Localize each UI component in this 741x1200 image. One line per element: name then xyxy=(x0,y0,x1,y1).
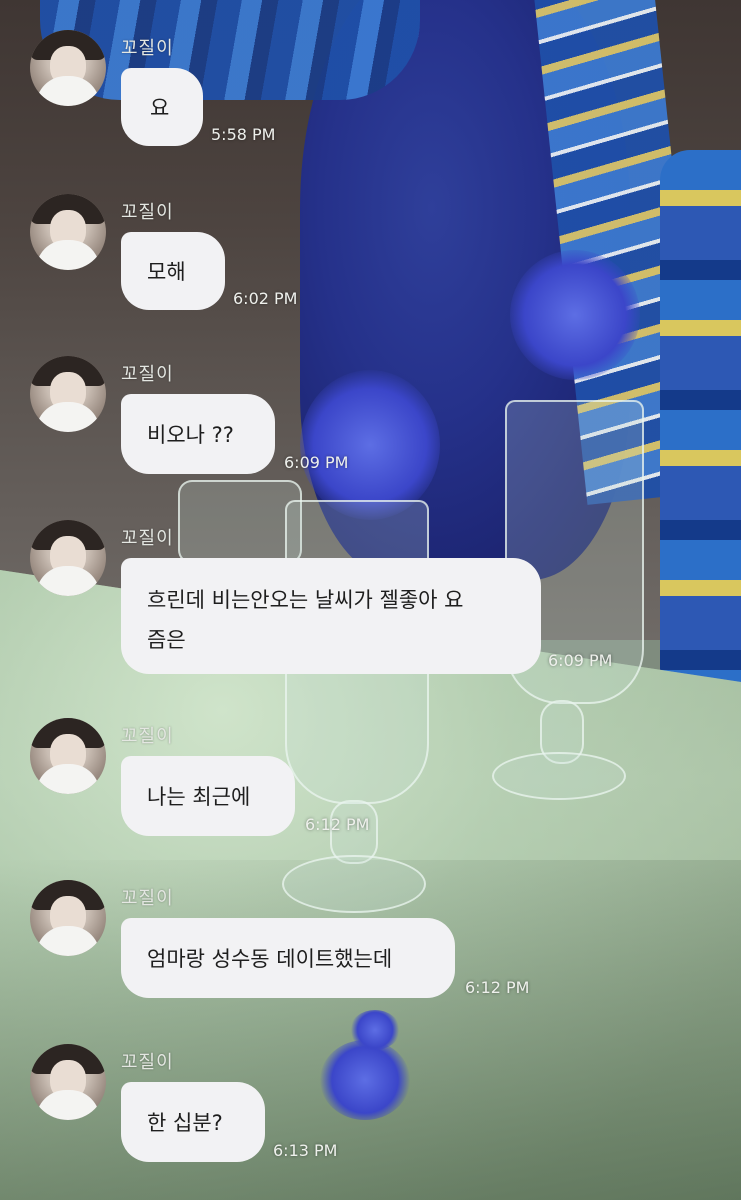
message-timestamp: 5:58 PM xyxy=(211,125,276,144)
message-bubble[interactable]: 모해 xyxy=(121,232,225,310)
background-petals xyxy=(320,1040,410,1120)
sender-name: 꼬질이 xyxy=(121,888,174,909)
message-timestamp: 6:13 PM xyxy=(273,1141,338,1160)
sender-name: 꼬질이 xyxy=(121,726,174,747)
background-glass xyxy=(178,480,302,564)
sender-name: 꼬질이 xyxy=(121,1052,174,1073)
sender-avatar[interactable] xyxy=(30,520,106,596)
sender-avatar[interactable] xyxy=(30,880,106,956)
sender-name: 꼬질이 xyxy=(121,202,174,223)
message-timestamp: 6:12 PM xyxy=(305,815,370,834)
message-text: 흐린데 비는안오는 날씨가 젤좋아 요 즘은 xyxy=(147,588,464,652)
sender-avatar[interactable] xyxy=(30,30,106,106)
sender-avatar[interactable] xyxy=(30,194,106,270)
message-bubble[interactable]: 한 십분? xyxy=(121,1082,265,1162)
message-bubble[interactable]: 요 xyxy=(121,68,203,146)
message-bubble[interactable]: 흐린데 비는안오는 날씨가 젤좋아 요 즘은 xyxy=(121,558,541,674)
message-timestamp: 6:02 PM xyxy=(233,289,298,308)
background-flower xyxy=(510,250,640,380)
sender-avatar[interactable] xyxy=(30,356,106,432)
sender-name: 꼬질이 xyxy=(121,528,174,549)
message-row: 꼬질이 한 십분? 6:13 PM xyxy=(0,0,741,1162)
message-bubble[interactable]: 나는 최근에 xyxy=(121,756,295,836)
sender-name: 꼬질이 xyxy=(121,38,174,59)
sender-avatar[interactable] xyxy=(30,1044,106,1120)
sender-name: 꼬질이 xyxy=(121,364,174,385)
sender-avatar[interactable] xyxy=(30,718,106,794)
background-striped-mug xyxy=(660,150,741,710)
message-timestamp: 6:09 PM xyxy=(284,453,349,472)
message-bubble[interactable]: 비오나 ?? xyxy=(121,394,275,474)
message-timestamp: 6:09 PM xyxy=(548,651,613,670)
background-flower xyxy=(300,370,440,520)
background-glass-base xyxy=(282,855,426,913)
background-petals xyxy=(350,1010,400,1050)
background-glass-base xyxy=(492,752,626,800)
message-bubble[interactable]: 엄마랑 성수동 데이트했는데 xyxy=(121,918,455,998)
message-timestamp: 6:12 PM xyxy=(465,978,530,997)
